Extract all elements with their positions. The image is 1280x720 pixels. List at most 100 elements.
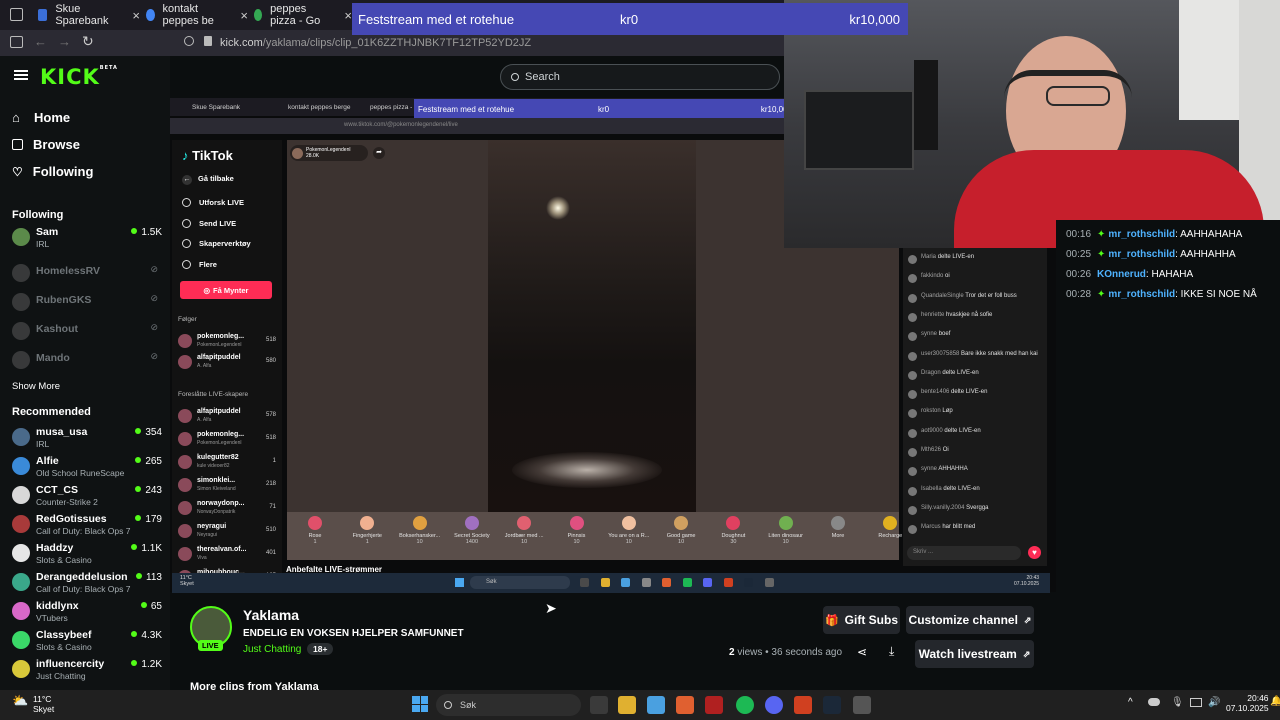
avatar [12, 428, 30, 446]
share-icon[interactable]: ⋖ [857, 645, 867, 659]
sidebar-channel[interactable]: musa_usa IRL 354 [12, 426, 162, 454]
menu-icon-bar [14, 74, 28, 76]
channel-category: Call of Duty: Black Ops 7 [36, 584, 131, 594]
weather-icon[interactable]: ⛅ [12, 693, 28, 709]
tt-user-name: pokemonleg... [197, 431, 245, 438]
mic-icon[interactable]: 🎙 [1171, 697, 1184, 708]
search-input[interactable]: Search [500, 64, 780, 90]
lock-icon[interactable] [204, 36, 212, 46]
tt-chat-msg: oi [945, 273, 950, 280]
tab-title: Skue Sparebank [55, 3, 109, 27]
tt-chat-msg: Bare ikke snakk med han kai [961, 350, 1038, 357]
tt-gift: Bokserhansker... 10 [394, 514, 446, 545]
tt-chat-msg: delte LIVE-en [942, 369, 979, 376]
close-icon[interactable]: × [344, 8, 352, 23]
more-clips-heading: More clips from Yaklama [190, 681, 319, 690]
app-icon[interactable] [705, 696, 723, 714]
steam-icon[interactable] [823, 696, 841, 714]
browser-tab[interactable]: peppes pizza - Go × [244, 0, 352, 30]
chat-timestamp: 00:26 [1066, 269, 1092, 280]
sidebar-channel[interactable]: HomelessRV ⊘ [12, 262, 162, 290]
onedrive-icon[interactable] [1148, 698, 1160, 706]
reload-icon[interactable]: ↻ [82, 33, 94, 50]
avatar [12, 293, 30, 311]
taskbar-clock[interactable]: 20:46 07.10.2025 [1226, 693, 1269, 713]
firefox-icon[interactable] [676, 696, 694, 714]
nav-label: Browse [33, 137, 80, 152]
channel-name: kiddlynx [36, 600, 79, 612]
taskbar-weather[interactable]: 11°C Skyet [33, 694, 54, 714]
tt-chat-message: user30075858 Bare ikke snakk med han kai [908, 351, 1044, 361]
tt-back-label: Gå tilbake [198, 174, 234, 183]
sidebar-channel[interactable]: influencercity Just Chatting 1.2K [12, 658, 162, 686]
tt-menu-label: Utforsk LIVE [199, 198, 245, 207]
back-icon[interactable]: ← [34, 34, 47, 49]
nav-browse[interactable]: Browse [12, 137, 80, 152]
tt-user-row: kulegutter82 kule videoer82 1 [178, 454, 276, 472]
address-bar[interactable]: kick.com/yaklama/clips/clip_01K6ZZTHJNBK… [220, 37, 531, 49]
gift-subs-button[interactable]: 🎁 Gift Subs [823, 606, 900, 634]
sidebar-channel[interactable]: Mando ⊘ [12, 349, 162, 377]
tt-chat-message: Marcus har blitt med [908, 524, 1044, 535]
task-view-icon[interactable] [590, 696, 608, 714]
sidebar-channel[interactable]: Derangeddelusion Call of Duty: Black Ops … [12, 571, 162, 599]
channel-category: Call of Duty: Black Ops 7 [36, 526, 131, 536]
taskbar-app-icon [600, 578, 610, 587]
notification-icon[interactable]: 🔔 [1270, 696, 1280, 707]
chat-username[interactable]: KOnnerud [1097, 269, 1146, 280]
sidebar-channel[interactable]: RedGotissues Call of Duty: Black Ops 7 179 [12, 513, 162, 541]
tt-chat-message: Isabella delte LIVE-en [908, 486, 1044, 496]
sidebar-channel[interactable]: Haddzy Slots & Casino 1.1K [12, 542, 162, 570]
chat-username[interactable]: mr_rothschild [1108, 289, 1175, 300]
sidebar-channel[interactable]: RubenGKS ⊘ [12, 291, 162, 319]
chat-username[interactable]: mr_rothschild [1108, 249, 1175, 260]
discord-icon[interactable] [765, 696, 783, 714]
sidebar-channel[interactable]: Classybeef Slots & Casino 4.3K [12, 629, 162, 657]
sidebar-channel[interactable]: CCT_CS Counter-Strike 2 243 [12, 484, 162, 512]
file-explorer-icon[interactable] [618, 696, 636, 714]
chat-line: ✦ mr_rothschild: AAHHAHAHA [1097, 229, 1242, 240]
shield-icon[interactable] [184, 36, 194, 46]
tray-chevron-icon[interactable]: ^ [1128, 697, 1133, 708]
nav-following[interactable]: ♡ Following [12, 164, 93, 179]
tt-user-row: simonklei... Simon Kleiveland 218 [178, 477, 276, 495]
windows-start-icon[interactable] [412, 696, 428, 712]
gift-icon [360, 516, 375, 530]
watch-livestream-button[interactable]: Watch livestream ⇗ [915, 640, 1034, 668]
spotify-icon[interactable] [736, 696, 754, 714]
browser-tab[interactable]: kontakt peppes be × [136, 0, 248, 30]
tab-list-icon[interactable] [10, 8, 23, 21]
sidebar-channel[interactable]: Sam IRL 1.5K [12, 226, 162, 254]
volume-icon[interactable]: 🔊 [1208, 697, 1220, 708]
forward-icon[interactable]: → [58, 34, 71, 49]
sidebar-toggle-icon[interactable] [10, 36, 23, 48]
store-icon[interactable] [647, 696, 665, 714]
tt-gift-price: 10 [678, 539, 685, 545]
download-icon[interactable]: ⤓ [889, 644, 894, 659]
tt-suggested-label: Foreslåtte LIVE-skapere [178, 391, 249, 398]
channel-name: HomelessRV [36, 265, 101, 277]
kick-logo[interactable]: KICKBETA [40, 65, 118, 89]
app-icon[interactable] [794, 696, 812, 714]
gift-icon: 🎁 [824, 614, 839, 627]
taskbar-search[interactable]: Søk [436, 694, 581, 716]
tt-user-sub: A. Alfa [197, 363, 212, 369]
sidebar-channel[interactable]: Kashout ⊘ [12, 320, 162, 348]
tt-chat-msg: delte LIVE-en [951, 389, 988, 396]
chat-username[interactable]: mr_rothschild [1108, 229, 1175, 240]
sidebar-channel[interactable]: Alfie Old School RuneScape 265 [12, 455, 162, 483]
category-link[interactable]: Just Chatting [243, 644, 301, 655]
tt-chat-user: synne [921, 331, 938, 338]
channel-name[interactable]: Yaklama [243, 607, 299, 623]
sidebar-channel[interactable]: kiddlynx VTubers 65 [12, 600, 162, 628]
browser-tab[interactable]: Skue Sparebank × [28, 0, 140, 30]
settings-icon[interactable] [853, 696, 871, 714]
tt-chat-text: Marcus har blitt med [921, 524, 975, 534]
nav-home[interactable]: ⌂ Home [12, 110, 70, 125]
tiktok-logo: ♪ TikTok [182, 148, 233, 163]
network-icon[interactable] [1190, 698, 1202, 707]
show-more-link[interactable]: Show More [12, 381, 60, 392]
viewer-count: 1.1K [131, 543, 162, 554]
tt-chat-message: Mth626 Oi [908, 447, 1044, 457]
customize-channel-button[interactable]: Customize channel ⇗ [906, 606, 1034, 634]
